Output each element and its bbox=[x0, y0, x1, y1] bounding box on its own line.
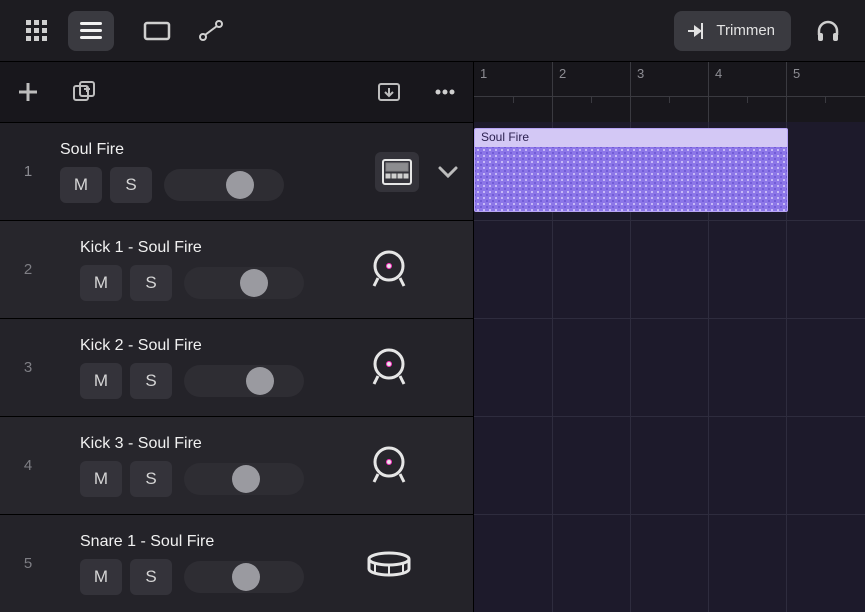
add-track-button[interactable] bbox=[0, 79, 56, 105]
trim-label: Trimmen bbox=[716, 22, 775, 39]
region-content bbox=[475, 147, 787, 211]
track-row[interactable]: 4 Kick 3 - Soul Fire M S bbox=[0, 416, 473, 514]
track-row[interactable]: 1 Soul Fire M S bbox=[0, 122, 473, 220]
track-row[interactable]: 3 Kick 2 - Soul Fire M S bbox=[0, 318, 473, 416]
mute-button[interactable]: M bbox=[60, 167, 102, 203]
volume-slider[interactable] bbox=[184, 561, 304, 593]
volume-slider[interactable] bbox=[184, 365, 304, 397]
track-title: Soul Fire bbox=[60, 141, 369, 159]
import-button[interactable] bbox=[361, 80, 417, 104]
midi-region[interactable]: Soul Fire bbox=[474, 128, 788, 212]
timeline-ruler[interactable]: 1 2 3 4 5 bbox=[474, 62, 865, 122]
track-title: Kick 1 - Soul Fire bbox=[80, 239, 349, 257]
track-number: 5 bbox=[0, 555, 56, 572]
region-view-button[interactable] bbox=[134, 11, 180, 51]
duplicate-track-button[interactable] bbox=[56, 80, 112, 104]
volume-slider[interactable] bbox=[184, 267, 304, 299]
expand-button[interactable] bbox=[423, 159, 473, 185]
trim-button[interactable]: Trimmen bbox=[674, 11, 791, 51]
list-view-button[interactable] bbox=[68, 11, 114, 51]
kick-icon bbox=[355, 250, 423, 290]
track-number: 4 bbox=[0, 457, 56, 474]
track-list: 1 Soul Fire M S 2 Kick 1 - Soul Fire bbox=[0, 122, 474, 612]
arrange-area[interactable]: Soul Fire bbox=[474, 122, 865, 612]
volume-slider[interactable] bbox=[184, 463, 304, 495]
track-number: 3 bbox=[0, 359, 56, 376]
track-row[interactable]: 5 Snare 1 - Soul Fire M S bbox=[0, 514, 473, 612]
main-toolbar: Trimmen bbox=[0, 0, 865, 62]
solo-button[interactable]: S bbox=[130, 461, 172, 497]
track-title: Kick 2 - Soul Fire bbox=[80, 337, 349, 355]
mute-button[interactable]: M bbox=[80, 559, 122, 595]
solo-button[interactable]: S bbox=[110, 167, 152, 203]
automation-view-button[interactable] bbox=[188, 11, 234, 51]
drum-machine-icon[interactable] bbox=[375, 152, 419, 192]
kick-icon bbox=[355, 348, 423, 388]
solo-button[interactable]: S bbox=[130, 363, 172, 399]
subbar: 1 2 3 4 5 bbox=[0, 62, 865, 122]
track-title: Snare 1 - Soul Fire bbox=[80, 533, 349, 551]
solo-button[interactable]: S bbox=[130, 559, 172, 595]
track-title: Kick 3 - Soul Fire bbox=[80, 435, 349, 453]
more-button[interactable] bbox=[417, 79, 473, 105]
volume-slider[interactable] bbox=[164, 169, 284, 201]
monitor-button[interactable] bbox=[805, 11, 851, 51]
mute-button[interactable]: M bbox=[80, 363, 122, 399]
kick-icon bbox=[355, 446, 423, 486]
solo-button[interactable]: S bbox=[130, 265, 172, 301]
snare-icon bbox=[355, 549, 423, 579]
region-label: Soul Fire bbox=[475, 129, 787, 147]
mute-button[interactable]: M bbox=[80, 265, 122, 301]
track-row[interactable]: 2 Kick 1 - Soul Fire M S bbox=[0, 220, 473, 318]
grid-view-button[interactable] bbox=[14, 11, 60, 51]
track-number: 2 bbox=[0, 261, 56, 278]
mute-button[interactable]: M bbox=[80, 461, 122, 497]
track-number: 1 bbox=[0, 163, 56, 180]
